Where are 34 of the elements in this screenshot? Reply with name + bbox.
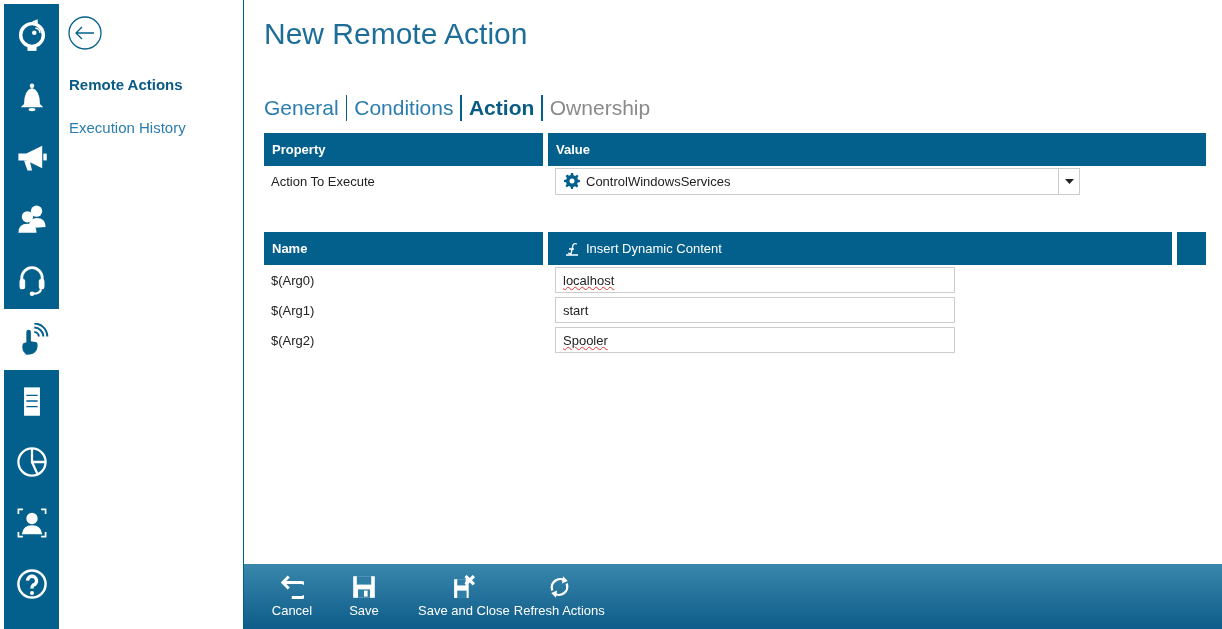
gear-icon: [564, 173, 580, 189]
argument-name: $(Arg0): [270, 272, 316, 288]
argument-name: $(Arg1): [270, 302, 316, 318]
dropdown-value: ControlWindowsServices: [586, 173, 731, 189]
nav-item[interactable]: Execution History: [69, 119, 243, 136]
nav-item[interactable]: Remote Actions: [69, 76, 243, 93]
column-header: Property: [264, 133, 543, 166]
page-title: New Remote Action: [264, 17, 529, 51]
refresh-icon: [549, 575, 569, 599]
tab[interactable]: General: [264, 96, 346, 120]
input-field[interactable]: Spooler: [555, 327, 955, 353]
help-icon: [14, 566, 49, 601]
action-dropdown[interactable]: ControlWindowsServices: [555, 167, 1080, 195]
tab[interactable]: Conditions: [347, 96, 461, 120]
save-close-icon: [452, 575, 475, 599]
toolbar-button[interactable]: Save: [334, 564, 394, 629]
input-field[interactable]: localhost: [555, 267, 955, 293]
input-field[interactable]: start: [555, 297, 955, 323]
caret-icon: [1064, 178, 1074, 184]
pie-chart-icon: [14, 444, 49, 479]
save-icon: [352, 575, 376, 599]
insert-dynamic-content-button[interactable]: Insert Dynamic Content: [548, 232, 1172, 265]
property-label: Action To Execute: [270, 173, 376, 189]
column-header: Value: [548, 133, 1206, 166]
insert-icon: [564, 241, 580, 256]
back-icon[interactable]: [68, 16, 102, 50]
argument-name: $(Arg2): [270, 332, 316, 348]
column-header: Name: [264, 232, 543, 265]
toolbar-button[interactable]: Save and Close: [416, 564, 512, 629]
column-header: [1177, 232, 1206, 265]
toolbar-button[interactable]: Refresh Actions: [511, 564, 607, 629]
toolbar-button[interactable]: Cancel: [262, 564, 322, 629]
undo-icon: [280, 575, 304, 599]
tab[interactable]: Action: [461, 96, 542, 120]
